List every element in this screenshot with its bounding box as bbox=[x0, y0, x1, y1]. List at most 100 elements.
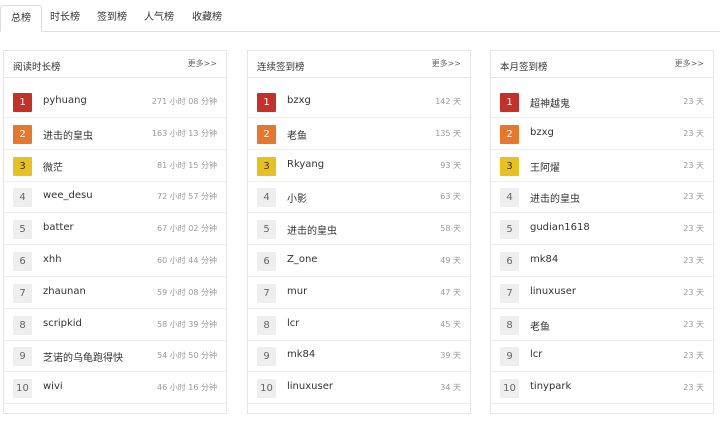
username-link[interactable]: 微茫 bbox=[43, 159, 63, 174]
rank-badge: 3 bbox=[257, 156, 276, 176]
score-value: 23 天 bbox=[683, 97, 704, 106]
score-value: 54 小时 50 分钟 bbox=[157, 351, 217, 361]
rank-badge: 1 bbox=[13, 93, 32, 112]
username-link[interactable]: wivi bbox=[43, 381, 63, 392]
username-link[interactable]: mk84 bbox=[530, 254, 558, 265]
username-link[interactable]: 进击的皇虫 bbox=[530, 190, 580, 205]
username-link[interactable]: linuxuser bbox=[530, 286, 576, 297]
panel-title: 本月签到榜 bbox=[500, 62, 548, 73]
username-link[interactable]: wee_desu bbox=[43, 190, 93, 201]
username-link[interactable]: lcr bbox=[287, 318, 299, 329]
rank-badge: 10 bbox=[257, 379, 276, 399]
rank-badge: 7 bbox=[13, 283, 32, 303]
rank-badge: 6 bbox=[13, 252, 32, 271]
more-link[interactable]: 更多>> bbox=[432, 58, 461, 69]
rank-badge: 7 bbox=[257, 283, 276, 303]
username-link[interactable]: 老鱼 bbox=[530, 318, 550, 333]
more-link[interactable]: 更多>> bbox=[188, 58, 217, 69]
panel-reading-time: 阅读时长榜 更多>> 1 pyhuang 271 小时 08 分钟 2 进击的皇虫 163 小… bbox=[3, 50, 227, 414]
tab-favorites[interactable]: 收藏榜 bbox=[182, 5, 232, 32]
rank-badge: 2 bbox=[500, 124, 519, 144]
username-link[interactable]: tinypark bbox=[530, 381, 571, 392]
score-value: 93 天 bbox=[440, 160, 461, 170]
rank-badge: 2 bbox=[13, 124, 32, 144]
list-item: 10 tinypark 23 天 bbox=[491, 372, 713, 405]
score-value: 49 天 bbox=[440, 256, 461, 265]
panel-consecutive-checkin: 连续签到榜 更多>> 1 bzxg 142 天 2 老鱼 135 天 3 Rkyang 93 天 4小… bbox=[247, 50, 471, 414]
username-link[interactable]: pyhuang bbox=[43, 95, 87, 106]
username-link[interactable]: bzxg bbox=[287, 95, 311, 106]
score-value: 63 天 bbox=[440, 192, 461, 202]
tab-bar: 总榜 时长榜 签到榜 人气榜 收藏榜 bbox=[0, 0, 720, 32]
tab-checkin[interactable]: 签到榜 bbox=[88, 5, 136, 32]
score-value: 142 天 bbox=[435, 97, 461, 106]
more-link[interactable]: 更多>> bbox=[675, 58, 704, 69]
rank-badge: 8 bbox=[13, 315, 32, 335]
list-item: 10 linuxuser 34 天 bbox=[248, 372, 470, 405]
tab-popularity[interactable]: 人气榜 bbox=[136, 5, 182, 32]
list-item: 1 bzxg 142 天 bbox=[248, 86, 470, 118]
score-value: 67 小时 02 分钟 bbox=[157, 224, 217, 234]
username-link[interactable]: 老鱼 bbox=[287, 127, 307, 142]
username-link[interactable]: xhh bbox=[43, 254, 62, 265]
list-item: 2 进击的皇虫 163 小时 13 分钟 bbox=[4, 118, 226, 150]
username-link[interactable]: 进击的皇虫 bbox=[287, 222, 337, 237]
username-link[interactable]: Rkyang bbox=[287, 159, 324, 170]
panel-header: 本月签到榜 更多>> bbox=[491, 51, 713, 78]
panel-title: 阅读时长榜 bbox=[13, 62, 61, 73]
score-value: 23 天 bbox=[683, 383, 704, 393]
score-value: 58 小时 39 分钟 bbox=[157, 319, 217, 329]
score-value: 23 天 bbox=[683, 192, 704, 202]
list-item: 8 老鱼 23 天 bbox=[491, 309, 713, 341]
list-item: 7 linuxuser 23 天 bbox=[491, 277, 713, 309]
list-item: 3 微茫 81 小时 15 分钟 bbox=[4, 150, 226, 182]
username-link[interactable]: lcr bbox=[530, 349, 542, 360]
username-link[interactable]: linuxuser bbox=[287, 381, 333, 392]
rank-badge: 6 bbox=[257, 252, 276, 271]
tab-duration[interactable]: 时长榜 bbox=[42, 5, 88, 32]
rank-badge: 9 bbox=[13, 347, 32, 367]
list-item: 1 超神越鬼 23 天 bbox=[491, 86, 713, 118]
rank-badge: 1 bbox=[500, 93, 519, 112]
username-link[interactable]: mk84 bbox=[287, 349, 315, 360]
rank-badge: 4 bbox=[500, 188, 519, 208]
username-link[interactable]: mur bbox=[287, 286, 307, 297]
username-link[interactable]: Z_one bbox=[287, 254, 317, 265]
list-item: 4 小影 63 天 bbox=[248, 181, 470, 214]
rank-badge: 7 bbox=[500, 283, 519, 303]
username-link[interactable]: 小影 bbox=[287, 190, 307, 205]
username-link[interactable]: 进击的皇虫 bbox=[43, 127, 93, 142]
score-value: 135 天 bbox=[435, 128, 461, 138]
score-value: 23 天 bbox=[683, 160, 704, 170]
list-item: 5 batter 67 小时 02 分钟 bbox=[4, 213, 226, 246]
panel-monthly-checkin: 本月签到榜 更多>> 1 超神越鬼 23 天 2 bzxg 23 天 3 王阿燿 23 天 4 进击的皇… bbox=[490, 50, 714, 414]
username-link[interactable]: 芝诺的乌龟跑得快 bbox=[43, 349, 123, 364]
score-value: 58 天 bbox=[440, 224, 461, 234]
score-value: 23 天 bbox=[683, 256, 704, 265]
score-value: 23 天 bbox=[683, 287, 704, 297]
username-link[interactable]: scripkid bbox=[43, 318, 82, 329]
list-item: 1 pyhuang 271 小时 08 分钟 bbox=[4, 86, 226, 118]
rank-badge: 6 bbox=[500, 252, 519, 271]
rank-badge: 10 bbox=[500, 379, 519, 399]
score-value: 59 小时 08 分钟 bbox=[157, 287, 217, 297]
username-link[interactable]: batter bbox=[43, 222, 74, 233]
username-link[interactable]: 超神越鬼 bbox=[530, 95, 570, 110]
rank-badge: 5 bbox=[500, 220, 519, 240]
username-link[interactable]: bzxg bbox=[530, 127, 554, 138]
panel-title: 连续签到榜 bbox=[257, 62, 305, 73]
score-value: 46 小时 16 分钟 bbox=[157, 383, 217, 393]
rank-badge: 1 bbox=[257, 93, 276, 112]
list-item: 2 老鱼 135 天 bbox=[248, 118, 470, 150]
list-item: 3 王阿燿 23 天 bbox=[491, 150, 713, 182]
tab-overall[interactable]: 总榜 bbox=[0, 5, 42, 32]
score-value: 163 小时 13 分钟 bbox=[151, 128, 217, 138]
list-item: 7 zhaunan 59 小时 08 分钟 bbox=[4, 277, 226, 309]
list-item: 4 进击的皇虫 23 天 bbox=[491, 181, 713, 214]
score-value: 23 天 bbox=[683, 224, 704, 234]
username-link[interactable]: 王阿燿 bbox=[530, 159, 560, 174]
username-link[interactable]: zhaunan bbox=[43, 286, 86, 297]
rank-badge: 5 bbox=[13, 220, 32, 240]
panel-header: 阅读时长榜 更多>> bbox=[4, 51, 226, 78]
username-link[interactable]: gudian1618 bbox=[530, 222, 590, 233]
